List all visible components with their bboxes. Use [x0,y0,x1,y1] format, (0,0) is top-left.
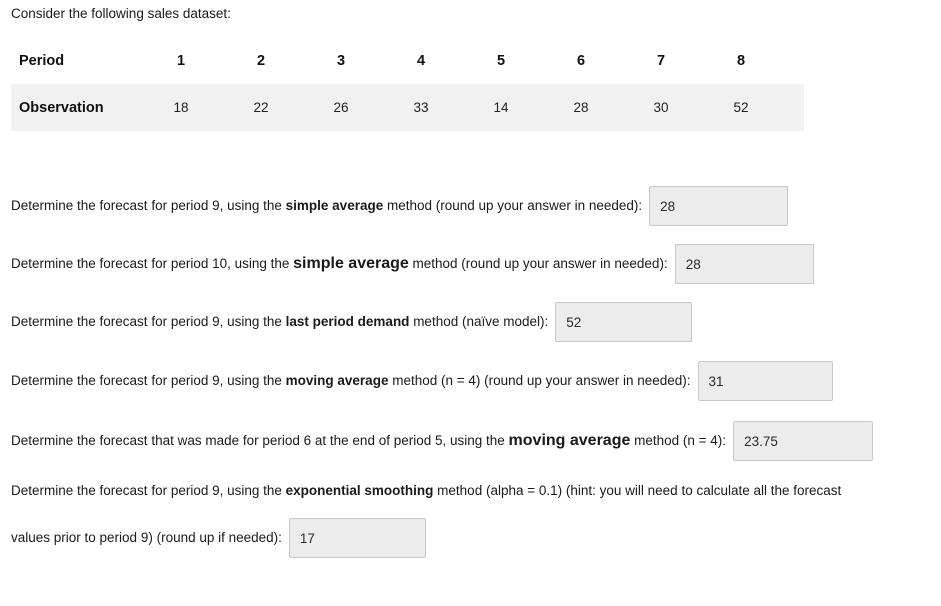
question-2-pre: Determine the forecast for period 10, us… [11,256,294,271]
answer-input-6[interactable] [288,518,426,558]
header-period-1: 1 [141,38,221,84]
row-spacer [781,84,804,131]
question-row-3: Determine the forecast for period 9, usi… [11,302,693,342]
question-1-post: method (round up your answer in needed): [383,198,643,213]
row-label-observation: Observation [11,84,141,131]
header-period-3: 3 [301,38,381,84]
observation-6: 28 [541,84,621,131]
header-spacer [781,38,804,84]
question-3-post: method (naïve model): [409,314,549,329]
header-period-8: 8 [701,38,781,84]
question-6-line2: values prior to period 9) (round up if n… [11,518,936,558]
question-6-pre: Determine the forecast for period 9, usi… [11,483,286,498]
question-5-post: method (n = 4): [630,433,727,448]
question-5-text: Determine the forecast that was made for… [11,431,726,451]
header-period-2: 2 [221,38,301,84]
answer-input-2[interactable] [674,244,814,284]
question-1-pre: Determine the forecast for period 9, usi… [11,198,286,213]
question-6-post: method (alpha = 0.1) (hint: you will nee… [433,483,842,498]
question-3-text: Determine the forecast for period 9, usi… [11,312,548,332]
question-3-pre: Determine the forecast for period 9, usi… [11,314,286,329]
header-period-6: 6 [541,38,621,84]
question-row-1: Determine the forecast for period 9, usi… [11,186,789,226]
question-5-method: moving average [508,432,631,449]
answer-input-3[interactable] [555,302,693,342]
observation-7: 30 [621,84,701,131]
question-row-4: Determine the forecast for period 9, usi… [11,361,833,401]
question-3-method: last period demand [285,314,410,329]
sales-dataset-table: Period 1 2 3 4 5 6 7 8 Observation 18 22… [11,38,804,131]
answer-input-4[interactable] [697,361,833,401]
observation-1: 18 [141,84,221,131]
exercise-page: Consider the following sales dataset: Pe… [0,0,941,606]
question-row-5: Determine the forecast that was made for… [11,421,874,461]
question-row-2: Determine the forecast for period 10, us… [11,244,814,284]
question-1-method: simple average [285,198,384,213]
question-2-text: Determine the forecast for period 10, us… [11,254,668,274]
intro-text: Consider the following sales dataset: [11,6,231,21]
question-6-method: exponential smoothing [285,483,434,498]
question-row-6: Determine the forecast for period 9, usi… [11,481,936,558]
question-1-text: Determine the forecast for period 9, usi… [11,196,642,216]
header-period-7: 7 [621,38,701,84]
observation-4: 33 [381,84,461,131]
question-4-pre: Determine the forecast for period 9, usi… [11,373,286,388]
table-header-row: Period 1 2 3 4 5 6 7 8 [11,38,804,84]
answer-input-1[interactable] [649,186,789,226]
question-4-post: method (n = 4) (round up your answer in … [388,373,691,388]
question-2-method: simple average [293,255,409,272]
question-2-post: method (round up your answer in needed): [408,256,668,271]
question-4-method: moving average [285,373,389,388]
question-4-text: Determine the forecast for period 9, usi… [11,371,691,391]
table-observation-row: Observation 18 22 26 33 14 28 30 52 [11,84,804,131]
answer-input-5[interactable] [733,421,874,461]
observation-5: 14 [461,84,541,131]
header-label-period: Period [11,38,141,84]
header-period-4: 4 [381,38,461,84]
observation-2: 22 [221,84,301,131]
question-5-pre: Determine the forecast that was made for… [11,433,509,448]
question-6-text-line2: values prior to period 9) (round up if n… [11,530,282,545]
question-6-text-line1: Determine the forecast for period 9, usi… [11,481,936,501]
observation-3: 26 [301,84,381,131]
header-period-5: 5 [461,38,541,84]
observation-8: 52 [701,84,781,131]
